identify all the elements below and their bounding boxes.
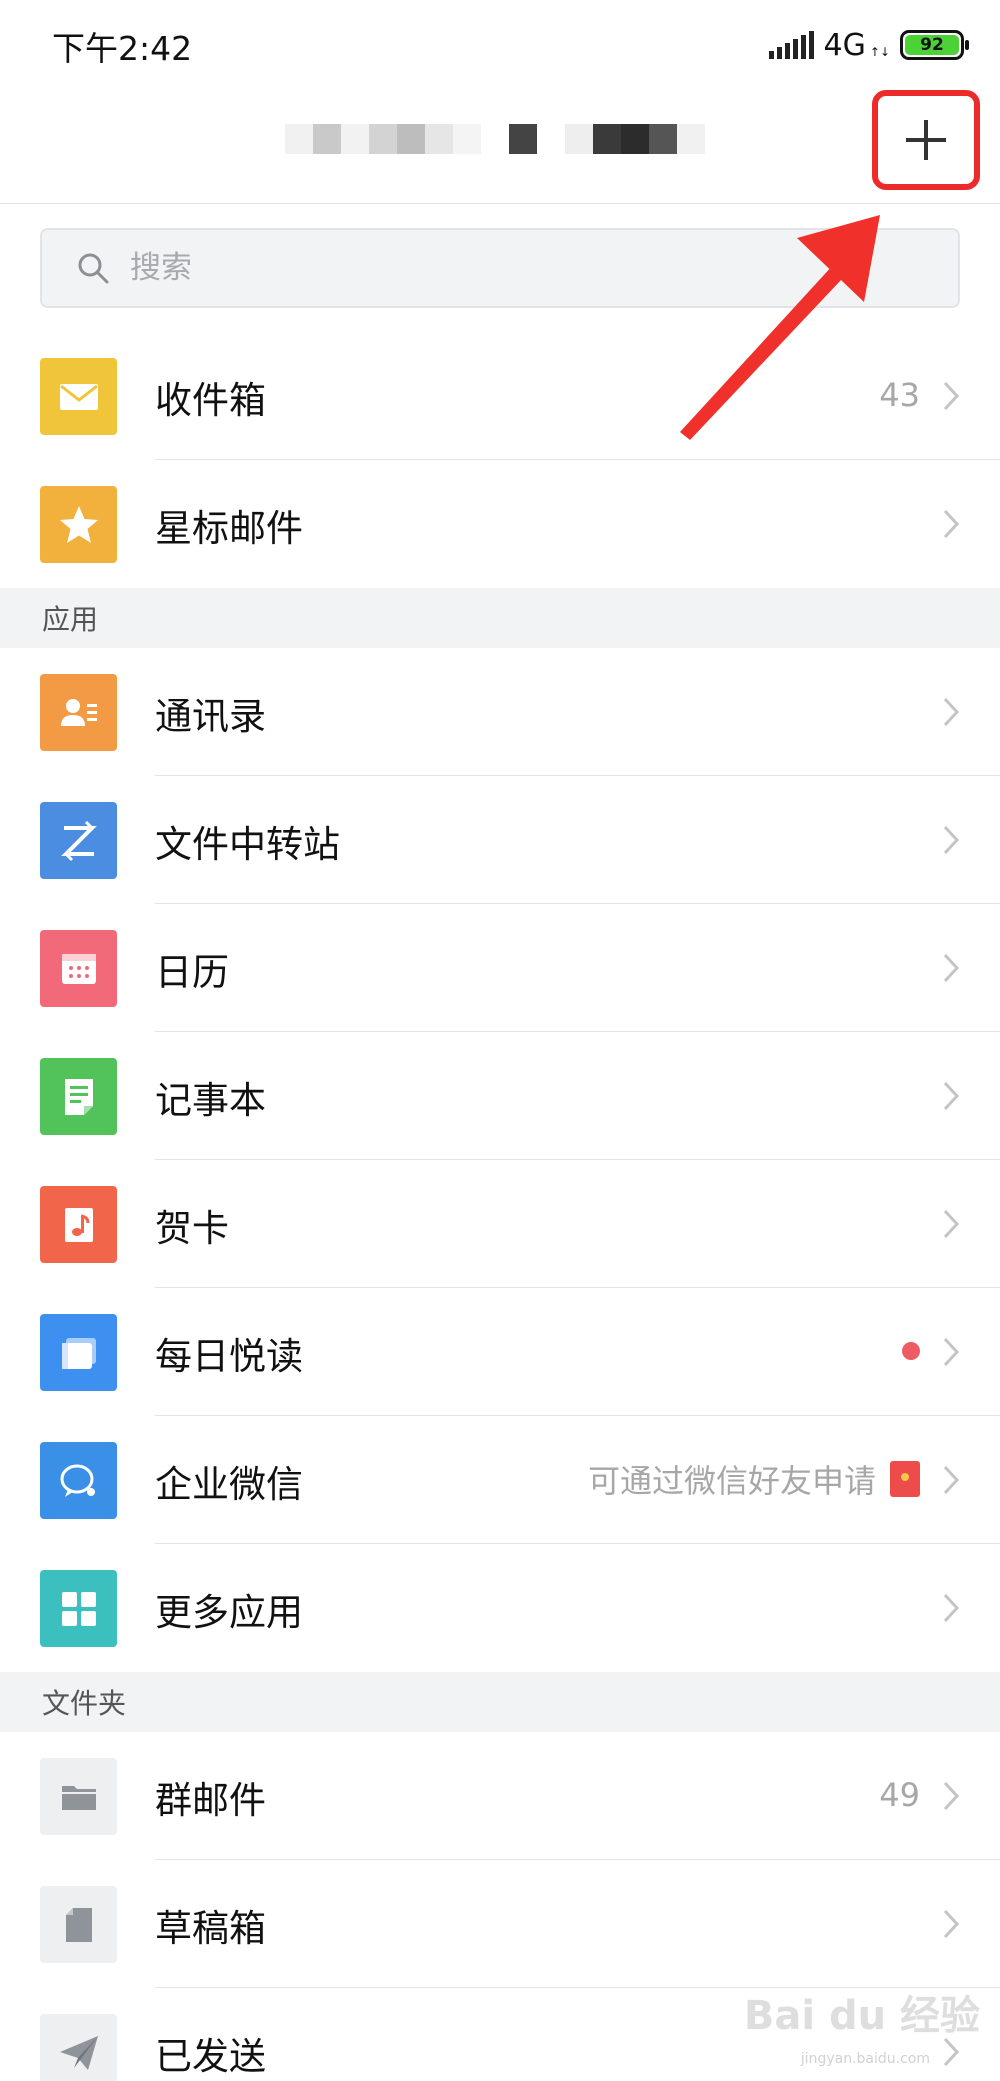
chevron-right-icon — [943, 1337, 960, 1367]
row-label: 每日悦读 — [155, 1335, 303, 1378]
baidu-watermark: Bai du 经验 — [743, 1993, 980, 2039]
row-group-mail[interactable]: 群邮件 49 — [0, 1732, 1000, 1860]
row-inbox[interactable]: 收件箱 43 — [0, 332, 1000, 460]
chevron-right-icon — [943, 509, 960, 539]
wecom-hint: 可通过微信好友申请 — [587, 1462, 876, 1500]
row-wecom[interactable]: 企业微信 可通过微信好友申请 — [0, 1416, 1000, 1544]
chevron-right-icon — [943, 1209, 960, 1239]
search-icon — [78, 253, 109, 284]
unread-count: 43 — [879, 376, 920, 414]
reading-icon — [40, 1314, 117, 1391]
nav-bar — [0, 88, 1000, 204]
row-label: 星标邮件 — [155, 507, 303, 550]
row-contacts[interactable]: 通讯录 — [0, 648, 1000, 776]
chevron-right-icon — [943, 825, 960, 855]
chevron-right-icon — [943, 1593, 960, 1623]
plus-icon — [906, 120, 946, 160]
data-arrows-icon: ↑↓ — [869, 45, 890, 59]
row-drafts[interactable]: 草稿箱 — [0, 1860, 1000, 1988]
transfer-icon — [40, 802, 117, 879]
calendar-icon — [40, 930, 117, 1007]
folder-icon — [40, 1758, 117, 1835]
chevron-right-icon — [943, 381, 960, 411]
mailbox-list: 收件箱 43 星标邮件 应用 通讯录 文件中转站 日历 记事本 贺卡 每日悦读 … — [0, 332, 1000, 2081]
row-starred[interactable]: 星标邮件 — [0, 460, 1000, 588]
red-packet-icon — [890, 1461, 920, 1497]
draft-icon — [40, 1886, 117, 1963]
envelope-icon — [40, 358, 117, 435]
row-label: 企业微信 — [155, 1463, 303, 1506]
star-icon — [40, 486, 117, 563]
chevron-right-icon — [943, 953, 960, 983]
battery-level: 92 — [905, 35, 959, 55]
contacts-icon — [40, 674, 117, 751]
signal-icon — [768, 31, 814, 59]
notepad-icon — [40, 1058, 117, 1135]
chevron-right-icon — [943, 1781, 960, 1811]
more-apps-icon — [40, 1570, 117, 1647]
search-bar[interactable] — [40, 228, 960, 308]
row-label: 群邮件 — [155, 1779, 266, 1822]
status-bar: 下午2:42 4G ↑↓ 92 — [0, 0, 1000, 88]
new-badge-dot — [902, 1342, 920, 1360]
row-label: 草稿箱 — [155, 1907, 266, 1950]
greeting-card-icon — [40, 1186, 117, 1263]
chevron-right-icon — [943, 1909, 960, 1939]
status-indicators: 4G ↑↓ 92 — [768, 24, 969, 66]
row-label: 收件箱 — [155, 379, 266, 422]
chevron-right-icon — [943, 697, 960, 727]
row-label: 贺卡 — [155, 1207, 229, 1250]
row-label: 更多应用 — [155, 1591, 303, 1634]
status-time: 下午2:42 — [52, 29, 193, 68]
section-header-apps: 应用 — [0, 588, 1000, 648]
battery-icon: 92 — [900, 30, 969, 60]
row-greeting-card[interactable]: 贺卡 — [0, 1160, 1000, 1288]
baidu-watermark-url: jingyan.baidu.com — [800, 2051, 930, 2067]
row-notepad[interactable]: 记事本 — [0, 1032, 1000, 1160]
sent-icon — [40, 2014, 117, 2081]
wecom-icon — [40, 1442, 117, 1519]
row-label: 日历 — [155, 951, 229, 994]
search-input[interactable] — [130, 250, 890, 286]
row-label: 文件中转站 — [155, 823, 340, 866]
account-address-blurred[interactable] — [285, 124, 705, 164]
row-calendar[interactable]: 日历 — [0, 904, 1000, 1032]
row-right — [902, 1326, 920, 1376]
row-daily-reading[interactable]: 每日悦读 — [0, 1288, 1000, 1416]
row-label: 通讯录 — [155, 695, 266, 738]
row-more-apps[interactable]: 更多应用 — [0, 1544, 1000, 1672]
row-file-transfer[interactable]: 文件中转站 — [0, 776, 1000, 904]
chevron-right-icon — [943, 1465, 960, 1495]
row-label: 已发送 — [155, 2035, 266, 2078]
row-label: 记事本 — [155, 1079, 266, 1122]
network-type: 4G — [823, 27, 866, 63]
row-right: 可通过微信好友申请 — [588, 1454, 920, 1504]
group-mail-count: 49 — [879, 1776, 920, 1814]
chevron-right-icon — [943, 1081, 960, 1111]
section-header-folders: 文件夹 — [0, 1672, 1000, 1732]
add-button[interactable] — [872, 90, 980, 190]
